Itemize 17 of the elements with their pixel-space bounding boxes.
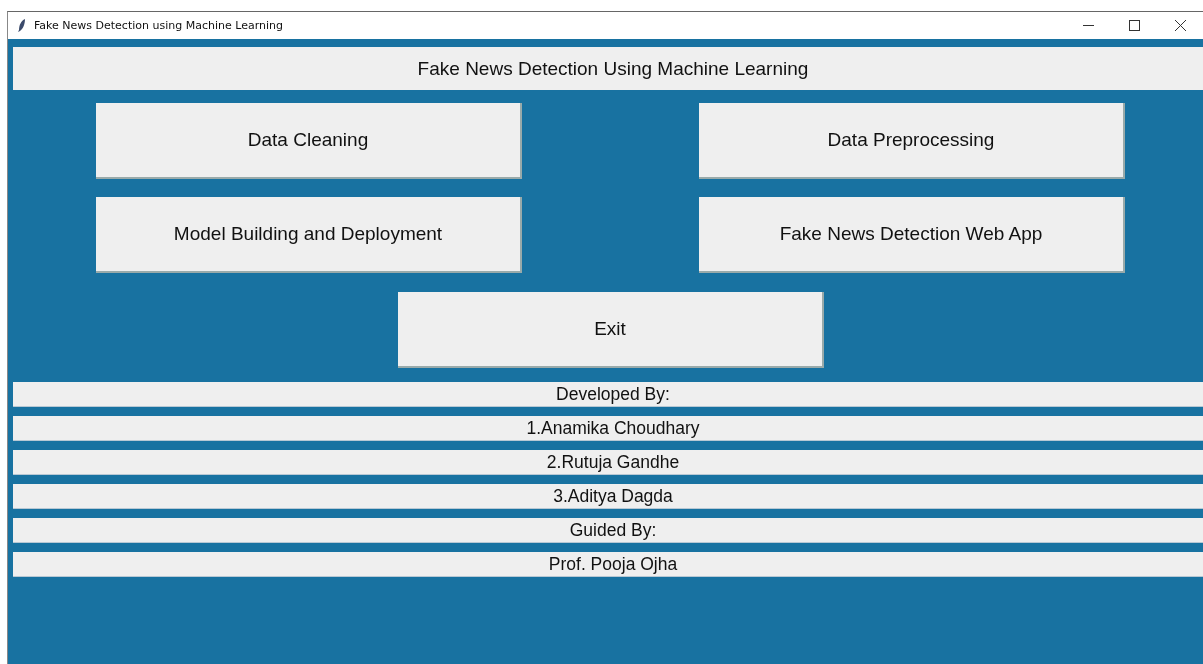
menu-button[interactable]: Model Building and Deployment	[96, 197, 522, 273]
exit-button[interactable]: Exit	[398, 292, 824, 368]
window-title: Fake News Detection using Machine Learning	[34, 19, 283, 32]
menu-button[interactable]: Data Preprocessing	[699, 103, 1125, 179]
credit-label: 2.Rutuja Gandhe	[13, 450, 1203, 475]
credit-label: 1.Anamika Choudhary	[13, 416, 1203, 441]
credit-label: Prof. Pooja Ojha	[13, 552, 1203, 577]
close-icon	[1174, 20, 1186, 31]
credit-label: Guided By:	[13, 518, 1203, 543]
maximize-icon	[1128, 20, 1140, 31]
minimize-icon	[1082, 25, 1094, 26]
credit-label: 3.Aditya Dagda	[13, 484, 1203, 509]
feather-icon	[18, 19, 26, 32]
menu-button[interactable]: Data Cleaning	[96, 103, 522, 179]
credit-label: Developed By:	[13, 382, 1203, 407]
menu-button[interactable]: Fake News Detection Web App	[699, 197, 1125, 273]
header-label: Fake News Detection Using Machine Learning	[13, 47, 1203, 90]
